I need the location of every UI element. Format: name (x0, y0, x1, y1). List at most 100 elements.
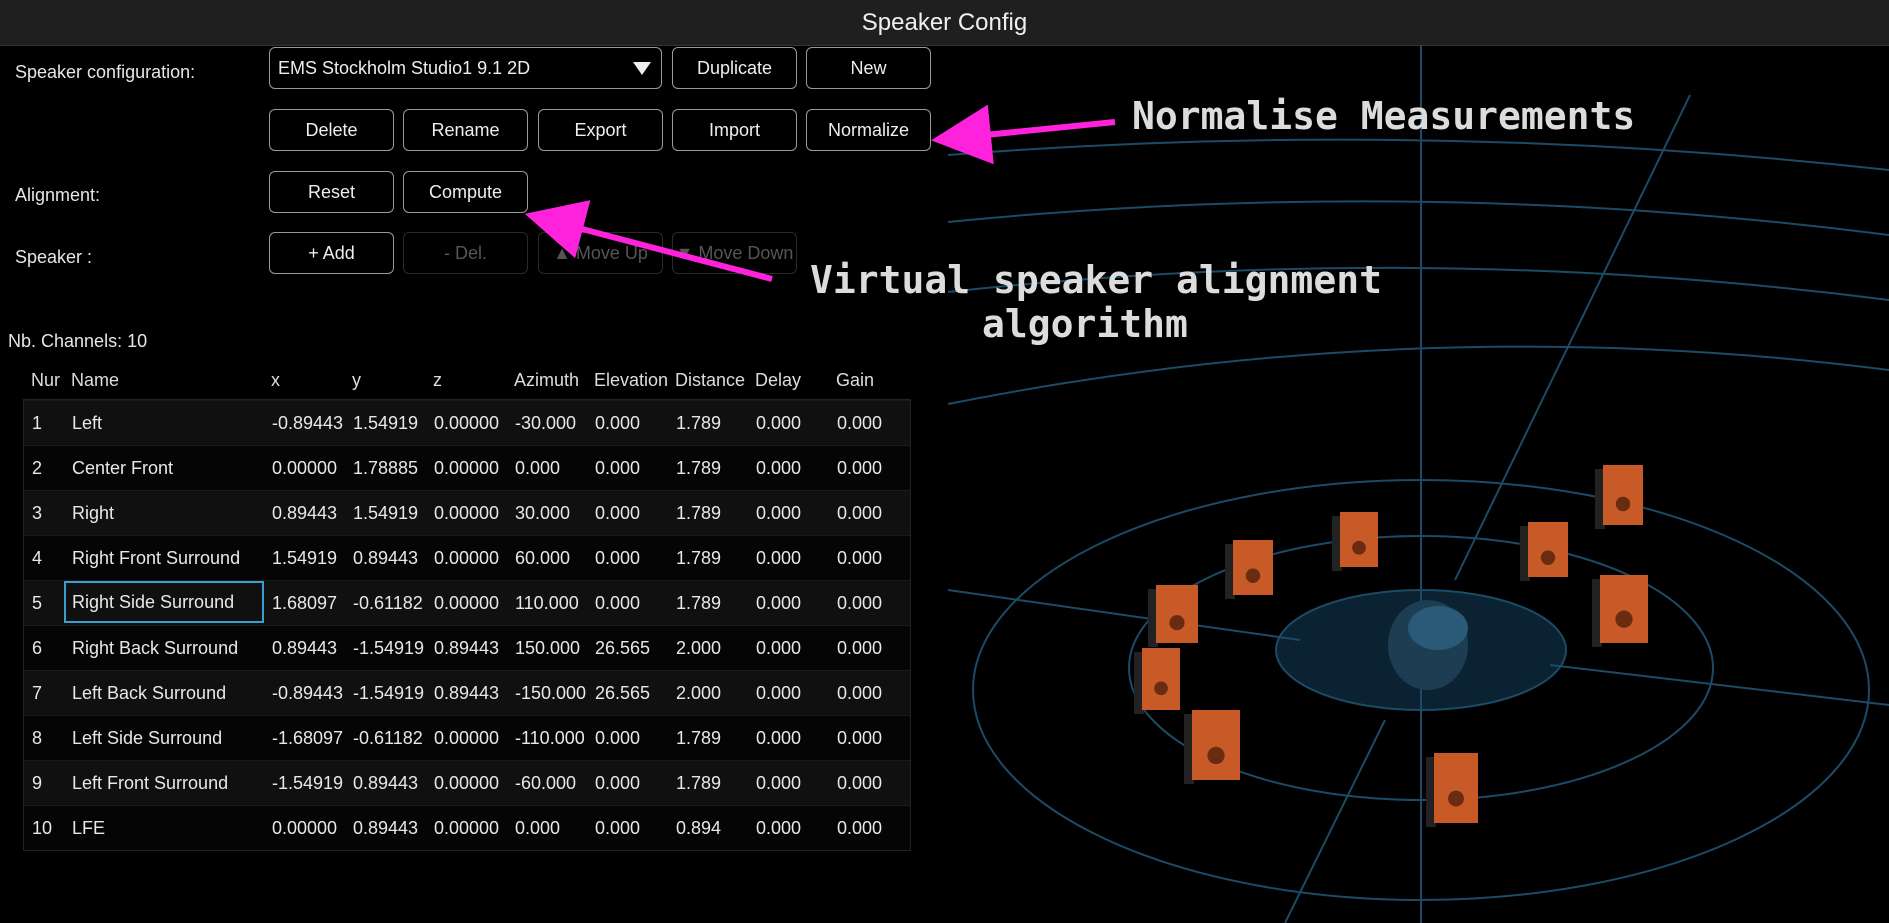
cell-name[interactable]: Right Front Surround (72, 548, 240, 569)
export-button[interactable]: Export (538, 109, 663, 151)
cell-z[interactable]: 0.00000 (434, 548, 499, 569)
import-button[interactable]: Import (672, 109, 797, 151)
cell-azimuth[interactable]: -60.000 (515, 773, 576, 794)
cell-num[interactable]: 6 (32, 638, 42, 659)
column-header-y[interactable]: y (352, 370, 361, 391)
cell-z[interactable]: 0.00000 (434, 593, 499, 614)
cell-name[interactable]: Right Back Surround (72, 638, 238, 659)
cell-num[interactable]: 10 (32, 818, 52, 839)
cell-x[interactable]: 0.00000 (272, 818, 337, 839)
cell-y[interactable]: 0.89443 (353, 773, 418, 794)
cell-gain[interactable]: 0.000 (837, 818, 882, 839)
cell-x[interactable]: -0.89443 (272, 413, 343, 434)
rename-button[interactable]: Rename (403, 109, 528, 151)
cell-z[interactable]: 0.89443 (434, 638, 499, 659)
duplicate-button[interactable]: Duplicate (672, 47, 797, 89)
cell-gain[interactable]: 0.000 (837, 773, 882, 794)
cell-x[interactable]: -1.68097 (272, 728, 343, 749)
cell-delay[interactable]: 0.000 (756, 818, 801, 839)
table-row[interactable]: 5 Right Side Surround 1.68097 -0.61182 0.000… (24, 580, 910, 625)
cell-x[interactable]: 0.00000 (272, 458, 337, 479)
speaker-configuration-select[interactable]: EMS Stockholm Studio1 9.1 2D (269, 47, 662, 89)
cell-elevation[interactable]: 0.000 (595, 503, 640, 524)
cell-distance[interactable]: 0.894 (676, 818, 721, 839)
cell-z[interactable]: 0.00000 (434, 503, 499, 524)
cell-delay[interactable]: 0.000 (756, 593, 801, 614)
cell-gain[interactable]: 0.000 (837, 728, 882, 749)
table-row[interactable]: 1 Left -0.89443 1.54919 0.00000 -30.000 0.000 1… (24, 400, 910, 445)
cell-y[interactable]: 0.89443 (353, 548, 418, 569)
cell-azimuth[interactable]: 60.000 (515, 548, 570, 569)
cell-z[interactable]: 0.00000 (434, 773, 499, 794)
table-row[interactable]: 2 Center Front 0.00000 1.78885 0.00000 0.000 0… (24, 445, 910, 490)
cell-elevation[interactable]: 26.565 (595, 683, 650, 704)
cell-azimuth[interactable]: 0.000 (515, 818, 560, 839)
cell-name[interactable]: Left Front Surround (72, 773, 228, 794)
cell-distance[interactable]: 1.789 (676, 413, 721, 434)
cell-azimuth[interactable]: 0.000 (515, 458, 560, 479)
cell-distance[interactable]: 1.789 (676, 593, 721, 614)
cell-num[interactable]: 1 (32, 413, 42, 434)
cell-x[interactable]: 0.89443 (272, 503, 337, 524)
cell-gain[interactable]: 0.000 (837, 548, 882, 569)
cell-azimuth[interactable]: 150.000 (515, 638, 580, 659)
table-row[interactable]: 10 LFE 0.00000 0.89443 0.00000 0.000 0.000 0.89… (24, 805, 910, 850)
cell-delay[interactable]: 0.000 (756, 683, 801, 704)
column-header-x[interactable]: x (271, 370, 280, 391)
cell-elevation[interactable]: 0.000 (595, 458, 640, 479)
cell-y[interactable]: -1.54919 (353, 638, 424, 659)
cell-x[interactable]: -0.89443 (272, 683, 343, 704)
cell-num[interactable]: 7 (32, 683, 42, 704)
cell-name[interactable]: Right Side Surround (64, 581, 264, 623)
cell-distance[interactable]: 2.000 (676, 638, 721, 659)
cell-y[interactable]: 1.78885 (353, 458, 418, 479)
cell-num[interactable]: 4 (32, 548, 42, 569)
cell-name[interactable]: Left Side Surround (72, 728, 222, 749)
column-header-azimuth[interactable]: Azimuth (514, 370, 579, 391)
cell-gain[interactable]: 0.000 (837, 413, 882, 434)
cell-num[interactable]: 5 (32, 593, 42, 614)
cell-name[interactable]: Center Front (72, 458, 173, 479)
cell-x[interactable]: 1.68097 (272, 593, 337, 614)
cell-y[interactable]: 0.89443 (353, 818, 418, 839)
column-header-num[interactable]: Nur (31, 370, 63, 391)
cell-name[interactable]: Left Back Surround (72, 683, 226, 704)
compute-button[interactable]: Compute (403, 171, 528, 213)
cell-delay[interactable]: 0.000 (756, 548, 801, 569)
cell-elevation[interactable]: 0.000 (595, 728, 640, 749)
cell-name[interactable]: Left (72, 413, 102, 434)
cell-elevation[interactable]: 0.000 (595, 773, 640, 794)
table-row[interactable]: 6 Right Back Surround 0.89443 -1.54919 0.894… (24, 625, 910, 670)
cell-y[interactable]: 1.54919 (353, 413, 418, 434)
normalize-button[interactable]: Normalize (806, 109, 931, 151)
cell-gain[interactable]: 0.000 (837, 683, 882, 704)
cell-y[interactable]: -0.61182 (353, 593, 423, 614)
cell-gain[interactable]: 0.000 (837, 503, 882, 524)
cell-distance[interactable]: 1.789 (676, 458, 721, 479)
cell-num[interactable]: 8 (32, 728, 42, 749)
cell-gain[interactable]: 0.000 (837, 458, 882, 479)
new-button[interactable]: New (806, 47, 931, 89)
cell-z[interactable]: 0.00000 (434, 818, 499, 839)
cell-x[interactable]: -1.54919 (272, 773, 343, 794)
column-header-delay[interactable]: Delay (755, 370, 801, 391)
cell-gain[interactable]: 0.000 (837, 638, 882, 659)
cell-azimuth[interactable]: -150.000 (515, 683, 586, 704)
delete-button[interactable]: Delete (269, 109, 394, 151)
cell-elevation[interactable]: 0.000 (595, 593, 640, 614)
cell-distance[interactable]: 1.789 (676, 728, 721, 749)
table-row[interactable]: 7 Left Back Surround -0.89443 -1.54919 0.894… (24, 670, 910, 715)
cell-y[interactable]: -0.61182 (353, 728, 423, 749)
cell-azimuth[interactable]: 110.000 (515, 593, 579, 614)
cell-azimuth[interactable]: 30.000 (515, 503, 570, 524)
cell-name[interactable]: LFE (72, 818, 105, 839)
cell-elevation[interactable]: 0.000 (595, 548, 640, 569)
table-row[interactable]: 3 Right 0.89443 1.54919 0.00000 30.000 0.000 1.… (24, 490, 910, 535)
delete-speaker-button[interactable]: - Del. (403, 232, 528, 274)
cell-num[interactable]: 3 (32, 503, 42, 524)
cell-y[interactable]: 1.54919 (353, 503, 418, 524)
table-row[interactable]: 4 Right Front Surround 1.54919 0.89443 0.000… (24, 535, 910, 580)
cell-elevation[interactable]: 26.565 (595, 638, 650, 659)
cell-name[interactable]: Right (72, 503, 114, 524)
move-down-button[interactable]: ▼ Move Down (672, 232, 797, 274)
